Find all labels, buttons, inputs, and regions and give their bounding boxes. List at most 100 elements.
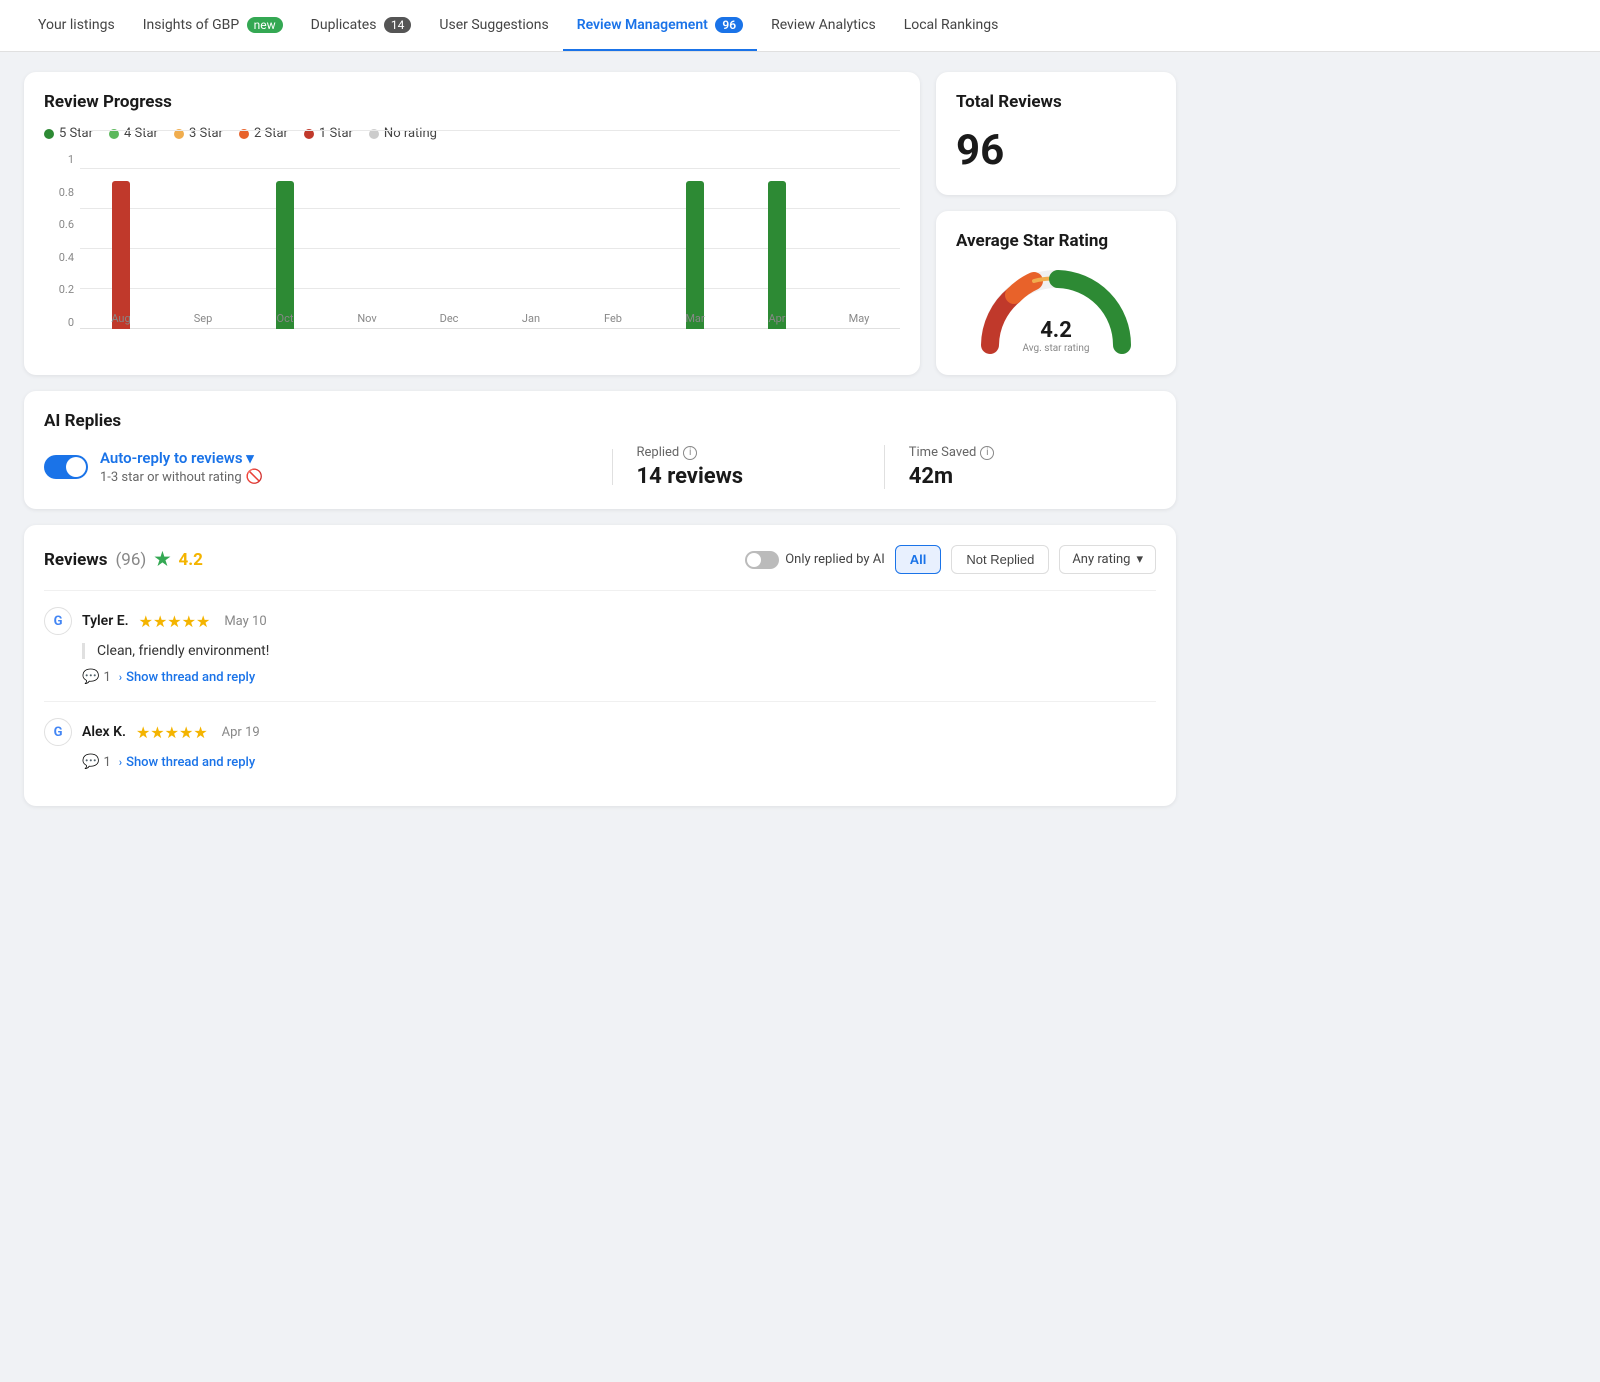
filter-not-replied-btn[interactable]: Not Replied (951, 545, 1049, 574)
review-header-alex: G Alex K. ★★★★★ Apr 19 (44, 718, 1156, 746)
svg-text:4.2: 4.2 (1040, 318, 1072, 343)
rating-filter-dropdown[interactable]: Any rating ▾ (1059, 545, 1156, 574)
total-reviews-card: Total Reviews 96 (936, 72, 1176, 195)
time-saved-label: Time Saved i (909, 445, 1132, 460)
gauge-svg: 4.2 Avg. star rating (976, 265, 1136, 355)
reviews-filters: Only replied by AI All Not Replied Any r… (745, 545, 1156, 574)
review-text-tyler: Clean, friendly environment! (82, 643, 1156, 659)
grid-line-1 (80, 130, 900, 131)
main-content: Review Progress 5 Star 4 Star 3 Star 2 (0, 52, 1200, 826)
nav-duplicates-badge: 14 (384, 17, 412, 33)
bar-jan: Jan (490, 153, 572, 329)
review-actions-alex: 💬 1 › Show thread and reply (82, 754, 1156, 770)
top-navigation: Your listings Insights of GBP new Duplic… (0, 0, 1600, 52)
total-reviews-value: 96 (956, 126, 1156, 175)
top-row: Review Progress 5 Star 4 Star 3 Star 2 (24, 72, 1176, 375)
reply-count-alex: 💬 1 (82, 754, 111, 770)
auto-reply-sub: 1-3 star or without rating 🚫 (100, 469, 263, 485)
bar-aug-fill (112, 181, 130, 329)
no-reply-icon: 🚫 (246, 469, 263, 485)
replied-info-icon[interactable]: i (683, 446, 697, 460)
reply-count-tyler: 💬 1 (82, 669, 111, 685)
bar-apr-fill (768, 181, 786, 329)
toggle-knob (66, 457, 86, 477)
google-icon-tyler: G (44, 607, 72, 635)
chevron-right-icon: › (119, 671, 122, 684)
ai-toggle-section: Auto-reply to reviews ▾ 1-3 star or with… (44, 449, 613, 485)
reviews-avg-rating: 4.2 (178, 550, 202, 570)
reviews-title-group: Reviews (96) ★ 4.2 (44, 549, 203, 570)
auto-reply-label[interactable]: Auto-reply to reviews ▾ (100, 449, 263, 467)
time-saved-stat: Time Saved i 42m (885, 445, 1156, 489)
bar-oct-fill (276, 181, 294, 329)
review-progress-title: Review Progress (44, 92, 900, 112)
reviewer-name-tyler: Tyler E. (82, 613, 129, 629)
bar-nov: Nov (326, 153, 408, 329)
reply-icon-alex: 💬 (82, 754, 99, 770)
review-actions-tyler: 💬 1 › Show thread and reply (82, 669, 1156, 685)
rating-star-icon: ★ (154, 549, 170, 570)
show-thread-alex[interactable]: › Show thread and reply (119, 755, 255, 770)
nav-review-analytics[interactable]: Review Analytics (757, 1, 890, 51)
time-saved-value: 42m (909, 464, 1132, 489)
ai-reply-toggle-switch[interactable] (745, 551, 779, 569)
google-icon-alex: G (44, 718, 72, 746)
nav-user-suggestions[interactable]: User Suggestions (425, 1, 562, 51)
reviews-card: Reviews (96) ★ 4.2 Only replied by AI Al… (24, 525, 1176, 806)
filter-all-btn[interactable]: All (895, 545, 942, 574)
legend-4star: 4 Star (109, 126, 158, 141)
review-item-alex: G Alex K. ★★★★★ Apr 19 💬 1 › Show thread… (44, 701, 1156, 786)
bar-oct: Oct (244, 153, 326, 329)
reviewer-name-alex: Alex K. (82, 724, 126, 740)
nav-review-management-badge: 96 (715, 17, 743, 33)
show-thread-tyler[interactable]: › Show thread and reply (119, 670, 255, 685)
review-date-alex: Apr 19 (222, 725, 260, 740)
review-stars-tyler: ★★★★★ (139, 612, 211, 631)
nav-insights-gbp[interactable]: Insights of GBP new (129, 1, 297, 51)
replied-value: 14 reviews (637, 464, 860, 489)
reviews-heading: Reviews (44, 550, 107, 570)
legend-2star: 2 Star (239, 126, 288, 141)
bar-chart: Aug Sep Oct Nov (80, 153, 900, 353)
ai-replies-body: Auto-reply to reviews ▾ 1-3 star or with… (44, 445, 1156, 489)
avg-star-rating-card: Average Star Rating (936, 211, 1176, 375)
legend-no-rating: No rating (369, 126, 437, 141)
reply-icon-tyler: 💬 (82, 669, 99, 685)
rating-filter-label: Any rating (1072, 552, 1130, 567)
nav-duplicates[interactable]: Duplicates 14 (297, 1, 426, 51)
bar-dec: Dec (408, 153, 490, 329)
ai-reply-toggle-label: Only replied by AI (785, 552, 885, 567)
svg-text:Avg. star rating: Avg. star rating (1022, 343, 1089, 354)
bar-feb: Feb (572, 153, 654, 329)
bar-mar: Mar (654, 153, 736, 329)
y-axis: 1 0.8 0.6 0.4 0.2 0 (44, 153, 74, 329)
ai-stat-section: Replied i 14 reviews Time Saved i 42m (613, 445, 1157, 489)
review-stars-alex: ★★★★★ (136, 723, 208, 742)
ai-toggle-text: Auto-reply to reviews ▾ 1-3 star or with… (100, 449, 263, 485)
chevron-right-icon-alex: › (119, 756, 122, 769)
bar-apr: Apr (736, 153, 818, 329)
legend-5star: 5 Star (44, 126, 93, 141)
nav-review-management[interactable]: Review Management 96 (563, 1, 757, 51)
review-date-tyler: May 10 (224, 614, 266, 629)
ai-replies-card: AI Replies Auto-reply to reviews ▾ 1-3 s… (24, 391, 1176, 509)
bar-sep: Sep (162, 153, 244, 329)
right-cards: Total Reviews 96 Average Star Rating (936, 72, 1176, 375)
ai-replies-title: AI Replies (44, 411, 1156, 431)
bar-aug: Aug (80, 153, 162, 329)
chevron-down-icon: ▾ (1136, 552, 1143, 567)
nav-local-rankings[interactable]: Local Rankings (890, 1, 1013, 51)
legend-3star: 3 Star (174, 126, 223, 141)
replied-label: Replied i (637, 445, 860, 460)
review-header-tyler: G Tyler E. ★★★★★ May 10 (44, 607, 1156, 635)
time-saved-info-icon[interactable]: i (980, 446, 994, 460)
nav-your-listings[interactable]: Your listings (24, 1, 129, 51)
ai-reply-filter-toggle: Only replied by AI (745, 551, 885, 569)
small-toggle-knob (747, 553, 761, 567)
avg-star-title: Average Star Rating (956, 231, 1156, 251)
ai-toggle-switch[interactable] (44, 455, 88, 479)
bar-may: May (818, 153, 900, 329)
legend-1star: 1 Star (304, 126, 353, 141)
replied-stat: Replied i 14 reviews (613, 445, 885, 489)
nav-new-badge: new (247, 17, 283, 33)
